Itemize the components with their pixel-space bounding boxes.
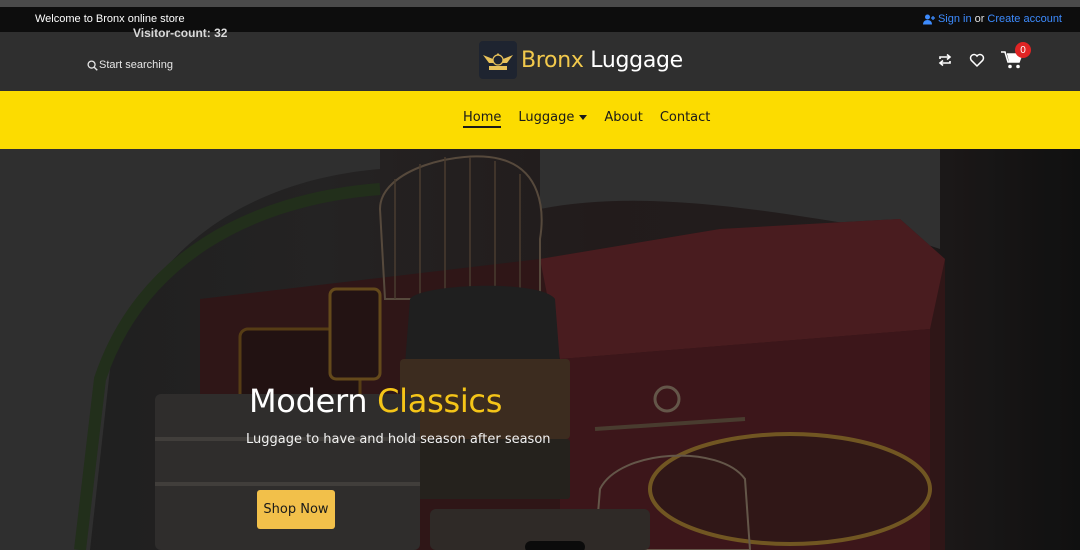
nav-item-label: Home (463, 110, 502, 125)
nav-item-about[interactable]: About (604, 110, 642, 125)
hero-subtitle: Luggage to have and hold season after se… (246, 432, 551, 447)
or-text: or (974, 13, 985, 25)
hero-title: Modern Classics (249, 382, 502, 420)
browser-top-strip (0, 0, 1080, 7)
hero-title-accent: Classics (377, 382, 503, 420)
hero-title-white: Modern (249, 382, 368, 420)
sign-in-link[interactable]: Sign in (938, 13, 972, 25)
brand-name: Bronx Luggage (521, 48, 683, 73)
nav-item-label: Luggage (518, 110, 575, 125)
heart-icon[interactable] (969, 52, 985, 68)
nav-item-home[interactable]: Home (463, 110, 502, 128)
nav-item-label: About (604, 110, 643, 125)
hero-banner: Modern Classics Luggage to have and hold… (0, 149, 1080, 550)
main-nav: Home Luggage About Contact (0, 91, 1080, 149)
visitor-count: Visitor-count: 32 (133, 26, 228, 40)
nav-item-luggage[interactable]: Luggage (518, 110, 588, 125)
nav-item-contact[interactable]: Contact (660, 110, 711, 125)
caret-down-icon (579, 115, 588, 120)
brand-logo-link[interactable]: Bronx Luggage (479, 41, 683, 79)
brand-name-first: Bronx (521, 47, 584, 73)
create-account-link[interactable]: Create account (987, 13, 1062, 25)
hero-background-image (0, 149, 1080, 550)
search-placeholder: Start searching (99, 59, 173, 71)
cart-count-badge: 0 (1015, 42, 1031, 58)
main-header: Start searching Bronx Luggage 0 (0, 32, 1080, 91)
header-actions: 0 (937, 42, 1031, 70)
search-trigger[interactable]: Start searching (87, 59, 173, 71)
nav-item-label: Contact (659, 110, 711, 125)
brand-name-second: Luggage (590, 47, 683, 73)
shop-now-button[interactable]: Shop Now (257, 490, 335, 529)
account-links: Sign in or Create account (922, 13, 1062, 25)
compare-icon[interactable] (937, 52, 953, 68)
user-plus-icon (922, 14, 935, 24)
brand-emblem-icon (479, 41, 517, 79)
cart-button[interactable]: 0 (1001, 42, 1031, 70)
welcome-text: Welcome to Bronx online store (35, 13, 185, 25)
search-icon (87, 59, 98, 71)
